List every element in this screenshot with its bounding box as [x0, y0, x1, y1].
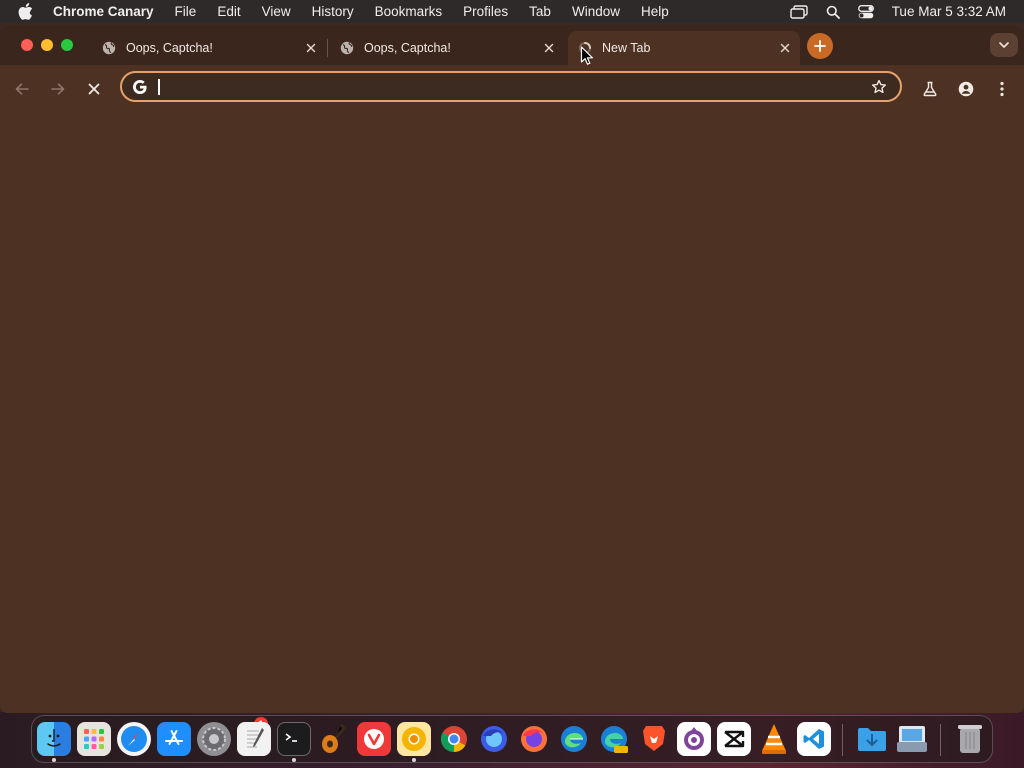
stop-icon — [88, 83, 100, 95]
screen-mirroring-icon[interactable] — [789, 4, 808, 19]
dock-terminal-icon[interactable] — [277, 722, 311, 756]
new-tab-button[interactable] — [807, 33, 833, 59]
browser-window: Oops, Captcha! Oops, Captcha! New Tab — [0, 25, 1024, 713]
chrome-menu-button[interactable] — [990, 77, 1014, 101]
dock-launchpad-icon[interactable] — [77, 722, 111, 756]
control-center-icon[interactable] — [857, 4, 874, 19]
dock-capcut-icon[interactable] — [717, 722, 751, 756]
dock-firefox-icon[interactable] — [517, 722, 551, 756]
tab-strip: Oops, Captcha! Oops, Captcha! New Tab — [0, 25, 1024, 65]
minimize-window-button[interactable] — [41, 39, 53, 51]
zoom-window-button[interactable] — [61, 39, 73, 51]
plus-icon — [814, 40, 826, 52]
labs-flask-icon — [923, 81, 937, 97]
browser-toolbar — [0, 65, 1024, 113]
spotlight-search-icon[interactable] — [826, 5, 840, 19]
menu-app-name[interactable]: Chrome Canary — [53, 4, 154, 19]
close-tab-icon[interactable] — [302, 39, 320, 57]
dock-downloads-folder-icon[interactable] — [855, 722, 889, 756]
address-bar[interactable] — [120, 71, 902, 102]
dock-garageband-icon[interactable] — [317, 722, 351, 756]
forward-button[interactable] — [46, 77, 70, 101]
menu-window[interactable]: Window — [572, 4, 620, 19]
tab-title: Oops, Captcha! — [126, 41, 213, 55]
running-indicator — [292, 758, 296, 762]
back-icon — [15, 83, 29, 95]
chrome-labs-button[interactable] — [918, 77, 942, 101]
close-tab-icon[interactable] — [776, 39, 794, 57]
close-window-button[interactable] — [21, 39, 33, 51]
dock-separator — [940, 724, 941, 756]
menu-file[interactable]: File — [175, 4, 197, 19]
profile-button[interactable] — [954, 77, 978, 101]
tab-oops-captcha-1[interactable]: Oops, Captcha! — [92, 31, 326, 65]
dock-microsoft-edge-canary-icon[interactable] — [597, 722, 631, 756]
dock-app-store-icon[interactable] — [157, 722, 191, 756]
tab-oops-captcha-2[interactable]: Oops, Captcha! — [330, 31, 564, 65]
dock-preview-icon[interactable] — [895, 722, 929, 756]
tab-separator — [327, 39, 328, 57]
text-caret — [158, 79, 160, 95]
google-g-icon — [131, 78, 149, 96]
dock-textedit-icon[interactable] — [237, 722, 271, 756]
dock-tor-browser-icon[interactable] — [677, 722, 711, 756]
menu-profiles[interactable]: Profiles — [463, 4, 508, 19]
dock-microsoft-edge-icon[interactable] — [557, 722, 591, 756]
back-button[interactable] — [10, 77, 34, 101]
running-indicator — [412, 758, 416, 762]
dock-visual-studio-code-icon[interactable] — [797, 722, 831, 756]
tab-title: New Tab — [602, 41, 651, 55]
omnibox-input[interactable] — [156, 76, 856, 97]
profile-icon — [958, 81, 974, 97]
dock-google-chrome-icon[interactable] — [437, 722, 471, 756]
menu-view[interactable]: View — [262, 4, 291, 19]
bookmark-star-icon[interactable] — [870, 78, 888, 96]
tab-search-button[interactable] — [990, 33, 1018, 57]
forward-icon — [51, 83, 65, 95]
stop-loading-button[interactable] — [82, 77, 106, 101]
menu-edit[interactable]: Edit — [217, 4, 240, 19]
menu-bar: Chrome Canary File Edit View History Boo… — [0, 0, 1024, 23]
dock-trash-icon[interactable] — [953, 722, 987, 756]
menu-help[interactable]: Help — [641, 4, 669, 19]
dock-finder-icon[interactable] — [37, 722, 71, 756]
mouse-cursor-icon — [580, 46, 593, 65]
globe-icon — [340, 41, 354, 55]
menu-tab[interactable]: Tab — [529, 4, 551, 19]
dock-chrome-canary-icon[interactable] — [397, 722, 431, 756]
dock-system-settings-icon[interactable] — [197, 722, 231, 756]
menubar-clock[interactable]: Tue Mar 5 3:32 AM — [892, 4, 1006, 19]
page-content — [0, 113, 1024, 713]
dock-vlc-icon[interactable] — [757, 722, 791, 756]
globe-icon — [102, 41, 116, 55]
dock: 1 — [31, 715, 993, 763]
tab-title: Oops, Captcha! — [364, 41, 451, 55]
tab-new-tab[interactable]: New Tab — [568, 31, 800, 65]
dock-vivaldi-icon[interactable] — [357, 722, 391, 756]
menu-bookmarks[interactable]: Bookmarks — [375, 4, 443, 19]
dock-firefox-developer-icon[interactable] — [477, 722, 511, 756]
close-tab-icon[interactable] — [540, 39, 558, 57]
menu-history[interactable]: History — [312, 4, 354, 19]
apple-menu-icon[interactable] — [18, 3, 36, 20]
dock-brave-icon[interactable] — [637, 722, 671, 756]
dock-safari-icon[interactable] — [117, 722, 151, 756]
menu-kebab-icon — [1000, 81, 1004, 97]
running-indicator — [52, 758, 56, 762]
dock-separator — [842, 724, 843, 756]
chevron-down-icon — [999, 42, 1009, 48]
